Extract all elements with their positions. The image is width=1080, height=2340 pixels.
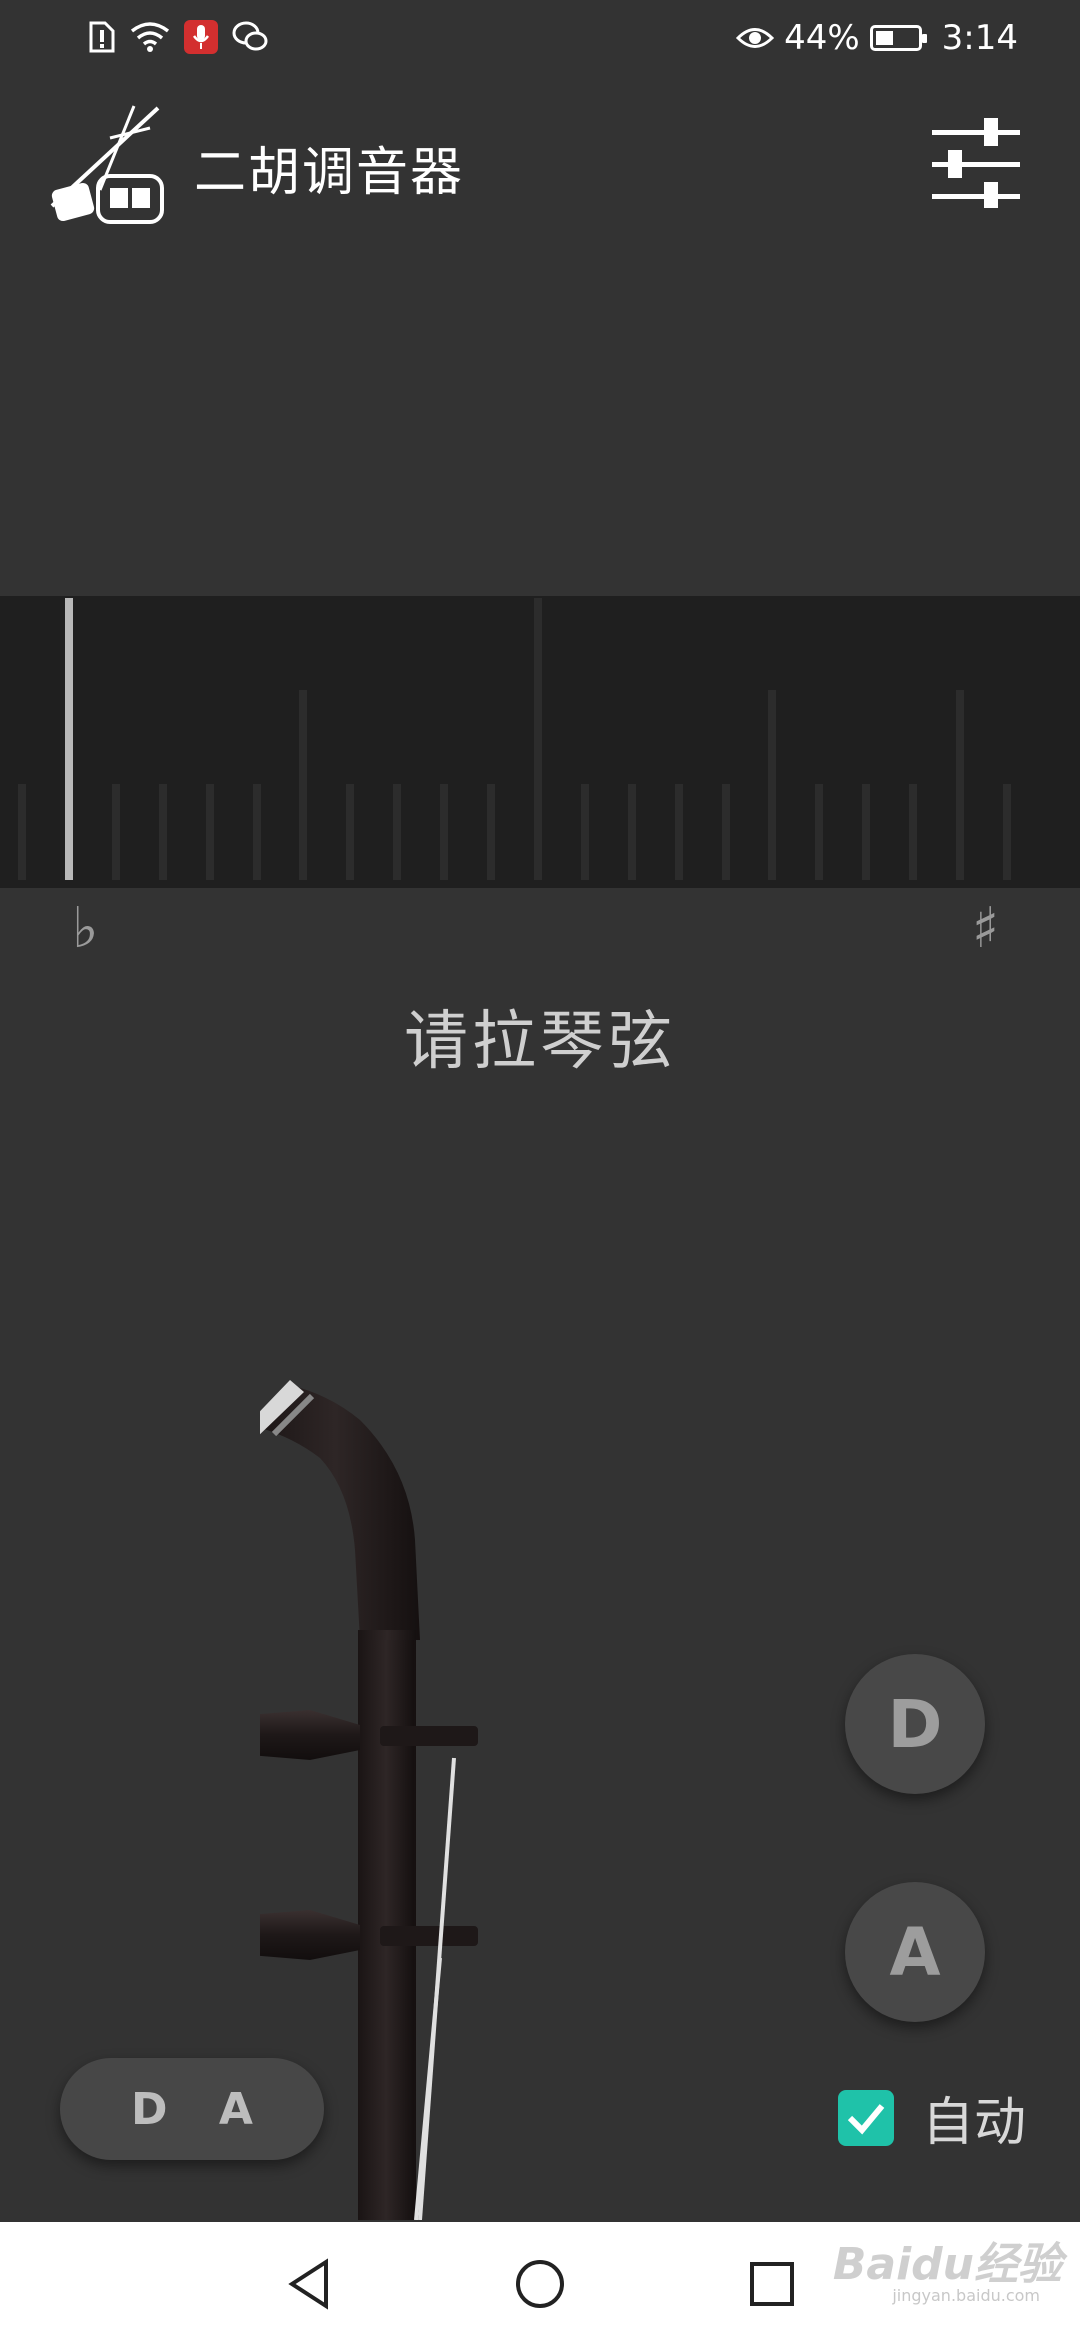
auto-toggle[interactable]: 自动 — [838, 2080, 1026, 2155]
meter-tick — [205, 784, 214, 880]
flat-symbol: ♭ — [72, 896, 99, 961]
status-right: 44% 3:14 — [736, 18, 1018, 58]
wifi-icon — [130, 22, 170, 52]
app-title: 二胡调音器 — [194, 143, 465, 203]
string-a-button[interactable]: A — [845, 1882, 985, 2022]
auto-label: 自动 — [922, 2093, 1027, 2153]
wechat-icon — [232, 21, 268, 51]
meter-tick — [111, 784, 120, 880]
app-bar: 二胡调音器 — [0, 90, 1080, 240]
meter-tick — [299, 690, 308, 880]
status-bar: 44% 3:14 — [0, 0, 1080, 86]
meter-tick — [18, 784, 26, 880]
microphone-icon — [184, 20, 218, 54]
erhu-neck-illustration — [260, 1380, 478, 2220]
auto-checkbox[interactable] — [838, 2089, 894, 2146]
pitch-needle — [64, 598, 73, 880]
tuner-meter — [0, 596, 1080, 888]
meter-tick — [346, 784, 355, 880]
baidu-watermark: Baidu经验 — [832, 2239, 1062, 2290]
eye-icon — [736, 28, 775, 48]
meter-tick — [674, 784, 683, 880]
play-string-prompt: 请拉琴弦 — [404, 1005, 676, 1079]
meter-tick — [1002, 784, 1011, 880]
recents-icon[interactable] — [744, 2256, 800, 2312]
status-time: 3:14 — [941, 18, 1018, 58]
meter-tick — [768, 690, 777, 880]
meter-tick — [909, 784, 918, 880]
meter-tick — [627, 784, 636, 880]
meter-tick — [533, 598, 542, 880]
battery-icon — [869, 25, 927, 51]
sliders-icon[interactable] — [930, 116, 1022, 208]
meter-tick — [862, 784, 871, 880]
back-icon[interactable] — [282, 2256, 338, 2312]
meter-tick — [252, 784, 261, 880]
baidu-watermark-url: jingyan.baidu.com — [892, 2286, 1040, 2305]
meter-tick — [580, 784, 589, 880]
sim-alert-icon — [89, 21, 115, 53]
home-icon[interactable] — [512, 2256, 568, 2312]
erhu-logo-icon — [50, 105, 164, 224]
meter-tick — [815, 784, 824, 880]
battery-percent: 44% — [784, 18, 860, 58]
meter-tick — [487, 784, 495, 880]
meter-tick — [721, 784, 730, 880]
meter-tick — [956, 690, 964, 880]
meter-tick — [158, 784, 167, 880]
meter-tick — [393, 784, 402, 880]
meter-tick — [440, 784, 449, 880]
status-left-icons — [88, 20, 268, 54]
tuning-mode-button[interactable]: D A — [60, 2058, 324, 2160]
string-d-button[interactable]: D — [845, 1654, 985, 1794]
checkmark-icon — [847, 2103, 885, 2134]
sharp-symbol: ♯ — [972, 896, 1000, 961]
